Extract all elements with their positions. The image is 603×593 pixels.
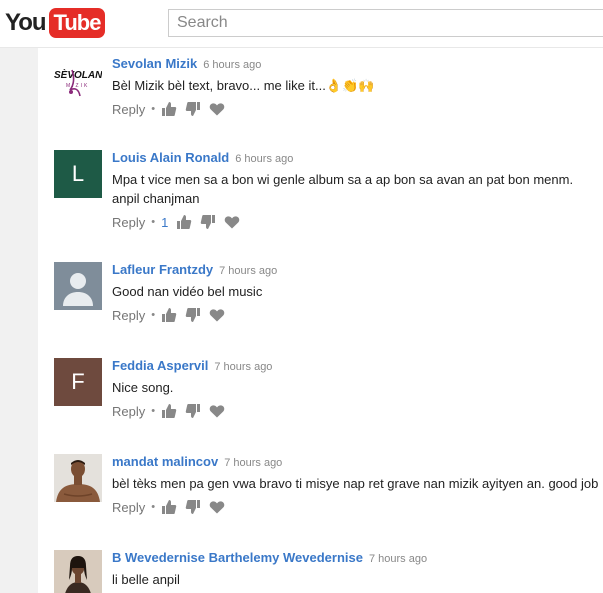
comment-actions: Reply • 1 — [112, 214, 603, 230]
comment-author[interactable]: Lafleur Frantzdy — [112, 262, 213, 277]
left-gutter — [0, 48, 38, 593]
comment-author[interactable]: mandat malincov — [112, 454, 218, 469]
comment-actions: Reply • — [112, 499, 603, 515]
separator-dot: • — [151, 103, 156, 115]
reply-button[interactable]: Reply — [112, 404, 145, 419]
comment-author[interactable]: B Wevedernise Barthelemy Wevedernise — [112, 550, 363, 565]
comment-time[interactable]: 6 hours ago — [203, 59, 261, 71]
avatar-letter: F — [71, 369, 85, 394]
avatar-letter: L — [71, 161, 85, 186]
thumbs-down-icon[interactable] — [185, 403, 201, 419]
comment-author[interactable]: Louis Alain Ronald — [112, 150, 229, 165]
heart-icon[interactable] — [209, 307, 225, 323]
comment-time[interactable]: 6 hours ago — [235, 153, 293, 165]
comment-text: Mpa t vice men sa a bon wi genle album s… — [112, 172, 574, 206]
default-user-icon — [63, 273, 93, 306]
avatar-logo-text: SÈVOLAN — [54, 68, 102, 81]
thumbs-up-icon[interactable] — [176, 214, 192, 230]
thumbs-up-icon[interactable] — [161, 403, 177, 419]
user-photo — [54, 454, 102, 502]
comment-author[interactable]: Feddia Aspervil — [112, 358, 208, 373]
avatar[interactable]: SÈVOLAN MIZIK — [54, 56, 102, 104]
thumbs-down-icon[interactable] — [200, 214, 216, 230]
avatar[interactable] — [54, 454, 102, 502]
heart-icon[interactable] — [224, 214, 240, 230]
like-count: 1 — [161, 214, 169, 230]
thumbs-down-icon[interactable] — [185, 499, 201, 515]
avatar[interactable]: L — [54, 150, 102, 198]
comments-list: SÈVOLAN MIZIK Sevolan Mizik 6 hours ago B… — [38, 48, 603, 593]
comment-time[interactable]: 7 hours ago — [219, 265, 277, 277]
comment-time[interactable]: 7 hours ago — [224, 457, 282, 469]
avatar[interactable] — [54, 262, 102, 310]
separator-dot: • — [151, 405, 156, 417]
comment-actions: Reply • — [112, 101, 603, 117]
comment-actions: Reply • — [112, 307, 603, 323]
reply-button[interactable]: Reply — [112, 102, 145, 117]
thumbs-up-icon[interactable] — [161, 307, 177, 323]
heart-icon[interactable] — [209, 403, 225, 419]
separator-dot: • — [151, 216, 156, 228]
heart-icon[interactable] — [209, 499, 225, 515]
comment-text: Bèl Mizik bèl text, bravo... me like it.… — [112, 78, 375, 93]
comment-text: Good nan vidéo bel music — [112, 284, 263, 299]
separator-dot: • — [151, 309, 156, 321]
top-bar: You Tube Search — [0, 0, 603, 48]
comment-text: Nice song. — [112, 380, 174, 395]
thumbs-up-icon[interactable] — [161, 101, 177, 117]
comment-text: bèl tèks men pa gen vwa bravo ti misye n… — [112, 476, 599, 491]
logo-tube-text: Tube — [48, 8, 106, 38]
comment-time[interactable]: 7 hours ago — [214, 361, 272, 373]
thumbs-down-icon[interactable] — [185, 101, 201, 117]
comment-text: li belle anpil — [112, 572, 180, 587]
user-photo — [54, 550, 102, 593]
search-input[interactable]: Search — [168, 9, 603, 37]
reply-button[interactable]: Reply — [112, 500, 145, 515]
comment-author[interactable]: Sevolan Mizik — [112, 56, 197, 71]
avatar-sub-text: MIZIK — [66, 83, 89, 89]
avatar[interactable]: F — [54, 358, 102, 406]
logo-you-text: You — [5, 9, 47, 36]
reply-button[interactable]: Reply — [112, 215, 145, 230]
youtube-logo[interactable]: You Tube — [5, 8, 106, 38]
comment-time[interactable]: 7 hours ago — [369, 553, 427, 565]
avatar[interactable] — [54, 550, 102, 593]
thumbs-down-icon[interactable] — [185, 307, 201, 323]
reply-button[interactable]: Reply — [112, 308, 145, 323]
heart-icon[interactable] — [209, 101, 225, 117]
separator-dot: • — [151, 501, 156, 513]
thumbs-up-icon[interactable] — [161, 499, 177, 515]
comment-actions: Reply • — [112, 403, 603, 419]
